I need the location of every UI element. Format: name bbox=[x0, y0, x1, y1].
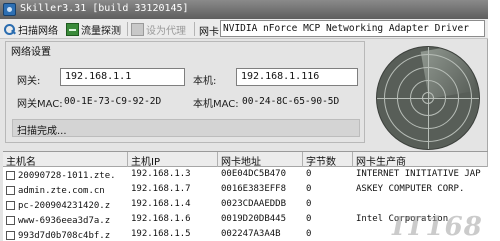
host-cell: www-6936eea3d7a.z bbox=[3, 213, 128, 228]
flow-detect-label: 流量探测 bbox=[81, 25, 121, 37]
column-hostname[interactable]: 主机名 bbox=[3, 152, 128, 167]
title-bar: Skiller3.31 [build 33120145] bbox=[0, 0, 488, 19]
set-proxy-label: 设为代理 bbox=[146, 25, 186, 37]
toolbar-divider bbox=[127, 22, 128, 36]
ip-cell: 192.168.1.3 bbox=[131, 169, 191, 179]
column-mac-address[interactable]: 网卡地址 bbox=[218, 152, 303, 167]
row-checkbox[interactable] bbox=[6, 216, 15, 225]
column-bytes[interactable]: 字节数 bbox=[303, 152, 353, 167]
gateway-field[interactable]: 192.168.1.1 bbox=[60, 68, 185, 86]
nic-label: 网卡 bbox=[199, 27, 219, 38]
host-cell: pc-200904231420.z bbox=[3, 198, 128, 213]
gateway-label: 网关: bbox=[17, 76, 41, 87]
ip-cell: 192.168.1.5 bbox=[131, 229, 191, 239]
nic-select[interactable]: NVIDIA nForce MCP Networking Adapter Dri… bbox=[220, 20, 485, 37]
table-row[interactable]: 20090728-1011.zte. 192.168.1.3 00E04DC5B… bbox=[3, 168, 488, 183]
set-proxy-button[interactable]: 设为代理 bbox=[131, 21, 186, 37]
radar-axis bbox=[428, 47, 429, 149]
row-checkbox[interactable] bbox=[6, 171, 15, 180]
toolbar-divider bbox=[194, 22, 195, 36]
network-settings-title: 网络设置 bbox=[9, 43, 53, 58]
bytes-cell: 0 bbox=[306, 199, 312, 209]
window-title: Skiller3.31 [build 33120145] bbox=[20, 3, 189, 14]
radar-display bbox=[376, 46, 480, 150]
bytes-cell: 0 bbox=[306, 169, 312, 179]
ip-cell: 192.168.1.4 bbox=[131, 199, 191, 209]
mac-cell: 00E04DC5B470 bbox=[221, 169, 287, 179]
bytes-cell: 0 bbox=[306, 229, 312, 239]
scan-network-button[interactable]: 扫描网络 bbox=[3, 21, 58, 37]
status-bar: 扫描完成... bbox=[12, 119, 360, 137]
mac-cell: 0016E383EFF8 bbox=[221, 184, 287, 194]
host-name: 20090728-1011.zte. bbox=[18, 170, 116, 181]
bytes-cell: 0 bbox=[306, 184, 312, 194]
mac-cell: 002247A3A4B bbox=[221, 229, 281, 239]
mac-cell: 0019D20DB445 bbox=[221, 214, 287, 224]
table-header: 主机名 主机IP 网卡地址 字节数 网卡生产商 bbox=[3, 152, 488, 167]
local-field[interactable]: 192.168.1.116 bbox=[236, 68, 358, 86]
vendor-cell: INTERNET INITIATIVE JAP bbox=[356, 169, 481, 179]
row-checkbox[interactable] bbox=[6, 201, 15, 210]
host-name: pc-200904231420.z bbox=[18, 200, 111, 211]
local-mac-value: 00-24-8C-65-90-5D bbox=[242, 96, 340, 107]
flow-icon bbox=[66, 22, 79, 36]
scan-network-label: 扫描网络 bbox=[18, 25, 58, 37]
local-label: 本机: bbox=[193, 76, 217, 87]
magnifier-icon bbox=[3, 23, 16, 36]
table-row[interactable]: admin.zte.com.cn 192.168.1.7 0016E383EFF… bbox=[3, 183, 488, 198]
column-host-ip[interactable]: 主机IP bbox=[128, 152, 218, 167]
app-icon bbox=[3, 3, 16, 16]
host-name: 993d7d0b708c4bf.z bbox=[18, 230, 111, 241]
proxy-icon bbox=[131, 22, 144, 36]
ip-cell: 192.168.1.6 bbox=[131, 214, 191, 224]
vendor-cell bbox=[353, 198, 488, 213]
host-name: admin.zte.com.cn bbox=[18, 185, 105, 196]
gateway-mac-label: 网关MAC: bbox=[17, 99, 63, 110]
watermark: IT168 bbox=[392, 212, 483, 241]
local-mac-label: 本机MAC: bbox=[193, 99, 239, 110]
row-checkbox[interactable] bbox=[6, 231, 15, 240]
host-cell: 993d7d0b708c4bf.z bbox=[3, 228, 128, 241]
vendor-cell: ASKEY COMPUTER CORP. bbox=[356, 184, 465, 194]
host-name: www-6936eea3d7a.z bbox=[18, 215, 111, 226]
host-cell: admin.zte.com.cn bbox=[3, 183, 128, 198]
table-row[interactable]: pc-200904231420.z 192.168.1.4 0023CDAAED… bbox=[3, 198, 488, 213]
app-window: Skiller3.31 [build 33120145] 扫描网络 流量探测 设… bbox=[0, 0, 488, 241]
gateway-mac-value: 00-1E-73-C9-92-2D bbox=[64, 96, 162, 107]
row-checkbox[interactable] bbox=[6, 186, 15, 195]
ip-cell: 192.168.1.7 bbox=[131, 184, 191, 194]
toolbar: 扫描网络 流量探测 设为代理 网卡 NVIDIA nForce MCP Netw… bbox=[0, 19, 488, 39]
bytes-cell: 0 bbox=[306, 214, 312, 224]
mac-cell: 0023CDAAEDDB bbox=[221, 199, 287, 209]
flow-detect-button[interactable]: 流量探测 bbox=[66, 21, 121, 37]
host-cell: 20090728-1011.zte. bbox=[3, 168, 128, 183]
column-vendor[interactable]: 网卡生产商 bbox=[353, 152, 488, 167]
